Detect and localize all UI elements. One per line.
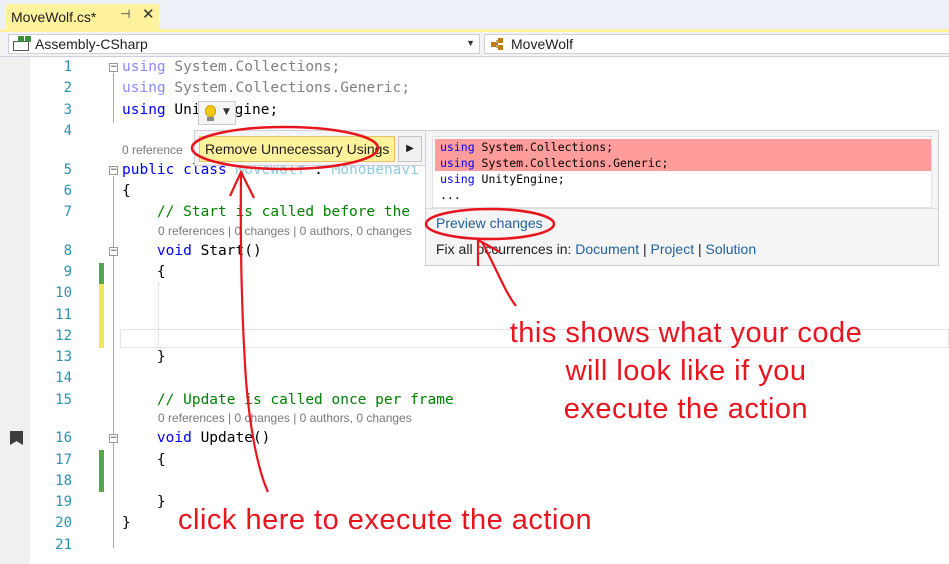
kept-line: using UnityEngine; (440, 172, 565, 186)
submenu-arrow-icon[interactable]: ▶ (398, 136, 422, 162)
code-line: { (122, 452, 166, 468)
document-tab[interactable]: MoveWolf.cs* ⊣ ✕ (6, 4, 159, 29)
indent-guide (158, 283, 159, 345)
annotation-click-here: click here to execute the action (178, 504, 593, 536)
code-line: using System.Collections; (122, 59, 341, 75)
class-icon (488, 36, 508, 52)
fix-document-link[interactable]: Document (575, 241, 639, 257)
removed-line: using System.Collections; (435, 139, 931, 155)
divider (426, 208, 938, 209)
line-number: 18 (55, 473, 72, 489)
annotation-preview-line-3: execute the action (563, 393, 809, 425)
member-dropdown[interactable]: MoveWolf (484, 34, 949, 54)
annotation-preview-line-2: will look like if you (565, 355, 807, 387)
preview-pane: using System.Collections; using System.C… (425, 130, 939, 266)
quick-actions-menu: Remove Unnecessary Usings ▶ (194, 130, 426, 166)
line-number: 12 (55, 328, 72, 344)
fix-all-label: Fix all occurrences in: (436, 241, 576, 257)
code-line: void Update() (122, 430, 271, 446)
member-dropdown-value: MoveWolf (511, 36, 573, 52)
project-dropdown-value: Assembly-CSharp (35, 36, 148, 52)
quick-actions-lightbulb[interactable]: ▼ (198, 101, 236, 125)
chevron-down-icon: ▼ (223, 107, 230, 117)
fix-project-link[interactable]: Project (651, 241, 695, 257)
project-dropdown[interactable]: Assembly-CSharp ▼ (8, 34, 480, 54)
line-number: 10 (55, 285, 72, 301)
codelens-references[interactable]: 0 reference (122, 143, 183, 159)
line-number: 14 (55, 370, 72, 386)
line-number: 4 (63, 123, 72, 139)
annotation-preview-line-1: this shows what your code (509, 317, 863, 349)
line-number: 11 (55, 307, 72, 323)
removed-line: using System.Collections.Generic; (435, 155, 931, 171)
document-tab-strip: MoveWolf.cs* ⊣ ✕ (0, 0, 949, 32)
code-line: using Uni gine; (122, 102, 279, 118)
code-line: using System.Collections.Generic; (122, 80, 411, 96)
preview-ellipsis: ... (440, 188, 461, 202)
fix-all-occurrences: Fix all occurrences in: Document | Proje… (436, 241, 757, 257)
pin-icon[interactable]: ⊣ (120, 7, 130, 21)
codelens-start[interactable]: 0 references | 0 changes | 0 authors, 0 … (158, 224, 412, 240)
navigation-bar: Assembly-CSharp ▼ MoveWolf (0, 32, 949, 57)
codelens-update[interactable]: 0 references | 0 changes | 0 authors, 0 … (158, 411, 412, 427)
preview-code: using System.Collections; using System.C… (432, 136, 932, 208)
fix-solution-link[interactable]: Solution (706, 241, 757, 257)
csharp-project-icon (12, 36, 32, 52)
chevron-down-icon: ▼ (466, 38, 475, 48)
unsaved-change-indicator (99, 284, 104, 348)
close-icon[interactable]: ✕ (142, 5, 155, 23)
preview-changes-link[interactable]: Preview changes (436, 215, 543, 231)
tab-title: MoveWolf.cs* (11, 8, 97, 25)
line-number: 21 (55, 537, 72, 553)
remove-unnecessary-usings-item[interactable]: Remove Unnecessary Usings (199, 136, 395, 162)
